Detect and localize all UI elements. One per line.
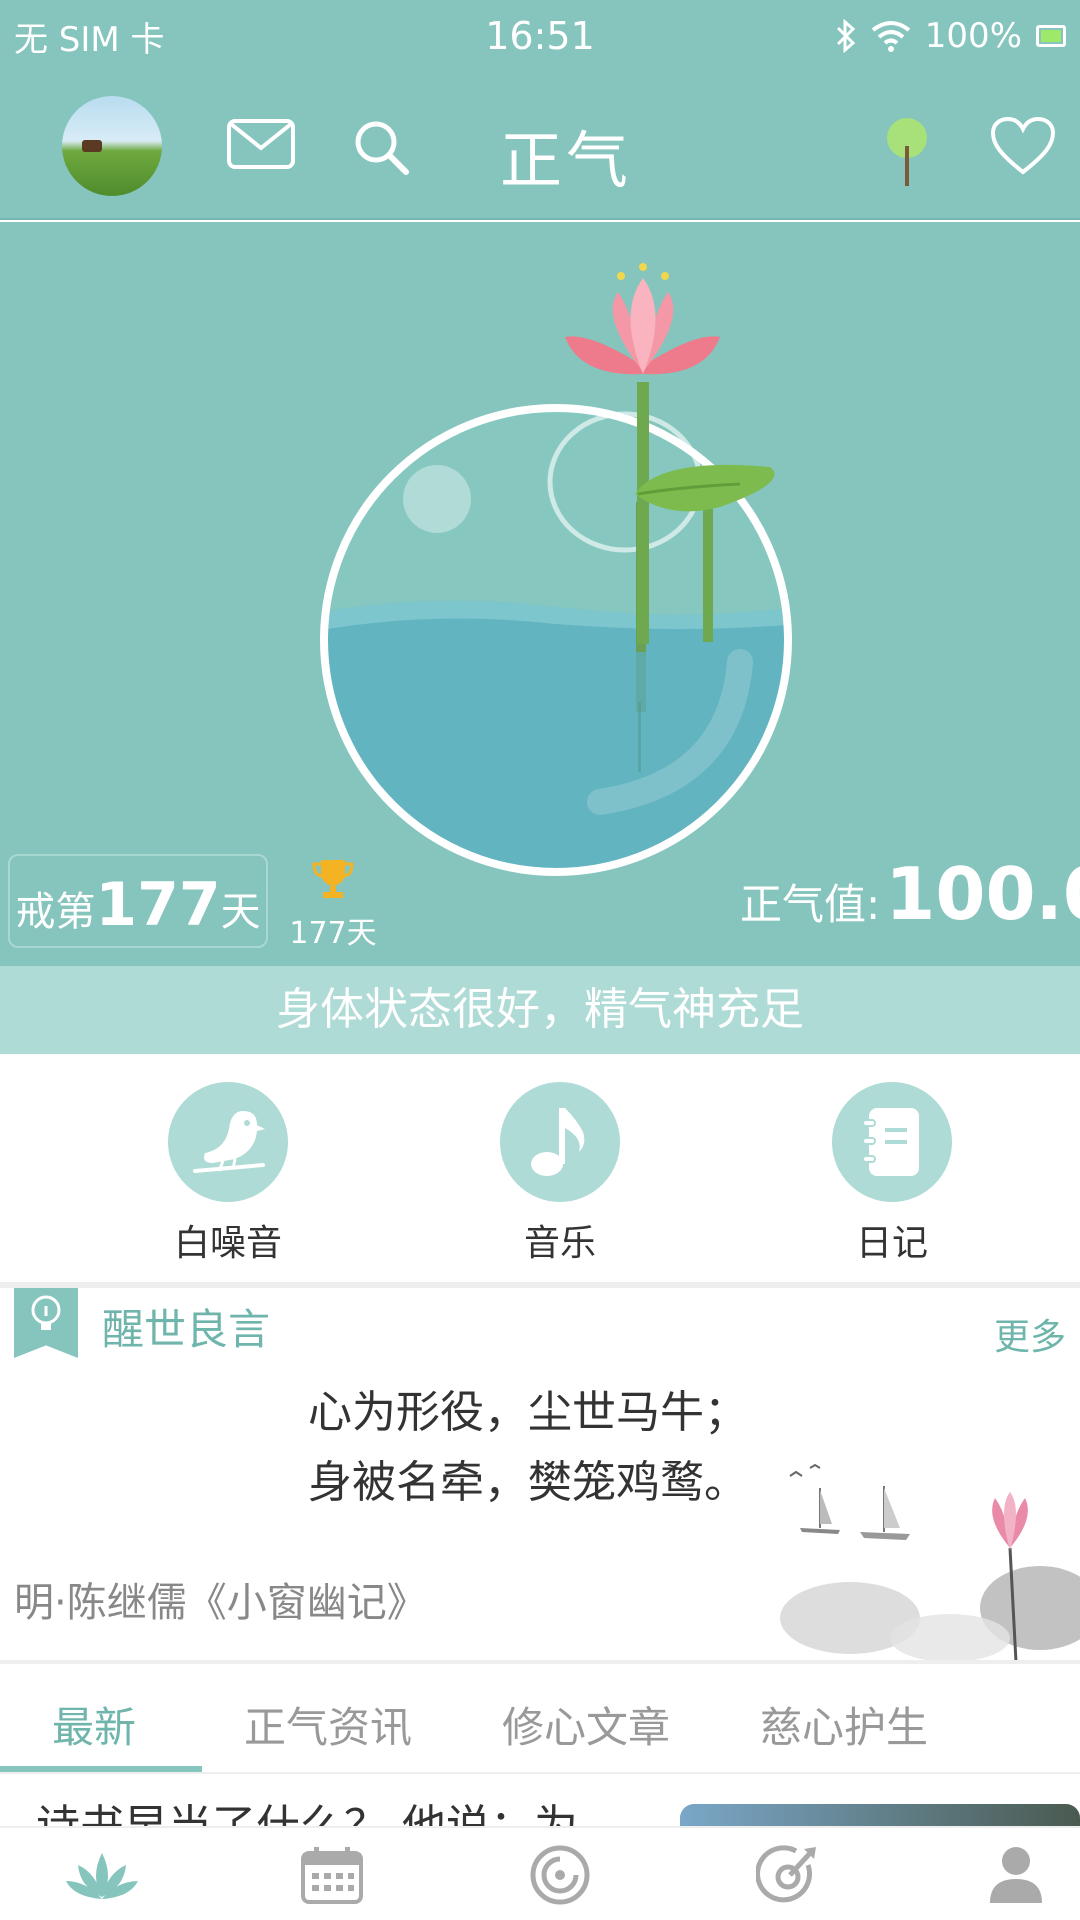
target-icon [530, 1845, 590, 1905]
trophy-days: 177天 [289, 916, 377, 951]
active-tab-indicator [0, 1766, 202, 1772]
music-note-icon [531, 1108, 585, 1176]
lotus-bowl-illustration [320, 263, 792, 876]
article-title: 诗书早当了什么？ 他说：为 [36, 1790, 578, 1826]
lotus-icon [66, 1853, 138, 1899]
diary-label: 日记 [855, 1223, 928, 1264]
lightbulb-icon [31, 1295, 61, 1330]
wisdom-quote-card[interactable]: 醒世良言 更多 心为形役，尘世马牛； 身被名牵，樊笼鸡鹜。 明·陈继儒《小窗幽记… [0, 1288, 1080, 1662]
tab-compassion[interactable]: 慈心护生 [760, 1694, 928, 1755]
article-tabs: 最新 正气资讯 修心文章 慈心护生 [0, 1664, 1080, 1774]
quote-section-title: 醒世良言 [102, 1305, 271, 1354]
qi-label: 正气值: [740, 880, 881, 929]
righteous-qi-value: 正气值: 100.0 [740, 852, 1080, 936]
nav-target[interactable] [520, 1842, 600, 1908]
nav-challenge[interactable] [748, 1842, 828, 1908]
nav-profile[interactable] [976, 1842, 1056, 1908]
nav-calendar[interactable] [292, 1842, 372, 1908]
calendar-icon [301, 1847, 363, 1904]
mail-icon[interactable] [226, 118, 296, 170]
battery-icon [1036, 25, 1066, 47]
article-list-item[interactable]: 诗书早当了什么？ 他说：为 [0, 1776, 1080, 1826]
trophy-record[interactable]: 177天 [288, 858, 378, 952]
streak-prefix: 戒第 [15, 889, 96, 935]
ink-lotus-decoration [780, 1463, 1080, 1662]
tree-icon[interactable] [884, 116, 930, 186]
music-button[interactable]: 音乐 [480, 1082, 640, 1266]
tab-qi-news[interactable]: 正气资讯 [244, 1694, 412, 1755]
quote-source: 明·陈继儒《小窗幽记》 [14, 1580, 427, 1626]
page-title: 正气 [500, 124, 633, 197]
music-label: 音乐 [523, 1223, 596, 1264]
white-noise-button[interactable]: 白噪音 [148, 1082, 308, 1266]
app-header: 正气 [0, 72, 1080, 220]
hero-panel: 戒第 177 天 177天 正气值: 100.0 [0, 222, 1080, 966]
white-noise-label: 白噪音 [173, 1223, 282, 1264]
quick-actions: 白噪音 音乐 日记 [0, 1054, 1080, 1284]
body-status-message: 身体状态很好，精气神充足 [0, 966, 1080, 1054]
quote-line: 身被名牵，樊笼鸡鹜。 [308, 1457, 748, 1508]
abstinence-streak-badge: 戒第 177 天 [8, 854, 268, 948]
quote-body: 心为形役，尘世马牛； 身被名牵，樊笼鸡鹜。 [308, 1378, 748, 1518]
quote-line: 心为形役，尘世马牛； [308, 1387, 748, 1438]
avatar[interactable] [62, 96, 162, 196]
trophy-icon [312, 860, 354, 898]
more-link[interactable]: 更多 [994, 1308, 1066, 1360]
search-icon[interactable] [352, 118, 412, 178]
streak-suffix: 天 [220, 889, 261, 935]
nav-home[interactable] [62, 1842, 142, 1908]
streak-days: 177 [95, 870, 221, 940]
bookmark-badge [14, 1288, 78, 1358]
status-bar: 无 SIM 卡 16:51 100% [0, 0, 1080, 72]
clock: 16:51 [485, 14, 595, 58]
rocket-dial-icon [756, 1845, 816, 1903]
tab-mind-articles[interactable]: 修心文章 [502, 1694, 670, 1755]
bird-icon [193, 1111, 265, 1173]
qi-number: 100.0 [885, 852, 1080, 936]
heart-icon[interactable] [990, 116, 1056, 176]
article-thumbnail [680, 1804, 1080, 1826]
diary-button[interactable]: 日记 [812, 1082, 972, 1266]
bottom-navigation [0, 1826, 1080, 1920]
profile-icon [990, 1847, 1042, 1903]
tab-latest[interactable]: 最新 [52, 1694, 136, 1755]
notebook-icon [862, 1108, 919, 1176]
